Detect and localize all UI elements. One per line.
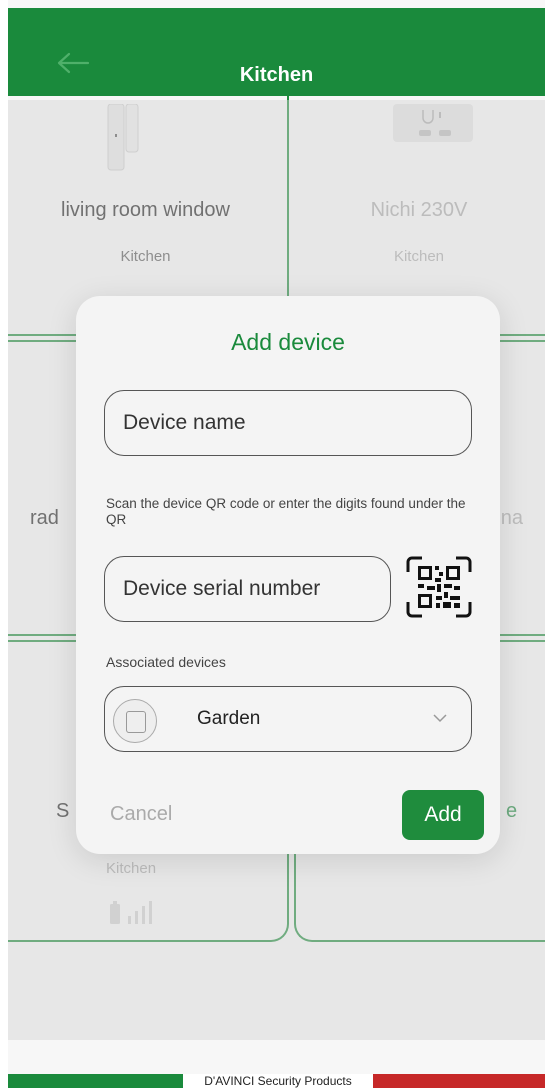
footer-strip-green [8,1074,183,1088]
associated-device-select[interactable]: Garden [104,686,472,752]
device-name-input[interactable]: Device name [104,390,472,456]
page-title: Kitchen [239,64,314,86]
qr-scan-icon[interactable] [406,556,472,618]
chevron-down-icon [433,714,447,723]
app-header: Kitchen [8,8,545,100]
qr-hint-text: Scan the device QR code or enter the dig… [106,496,466,527]
device-name-placeholder: Device name [123,411,246,434]
footer-brand: D'AVINCI Security Products [204,1074,352,1088]
footer-strip-red [373,1074,545,1088]
dialog-title: Add device [231,329,345,355]
serial-number-placeholder: Device serial number [123,577,321,600]
device-avatar-icon [113,699,157,743]
serial-number-input[interactable]: Device serial number [104,556,391,622]
add-device-dialog: Add device Device name Scan the device Q… [76,296,500,854]
associated-devices-label: Associated devices [106,654,226,670]
cancel-button[interactable]: Cancel [110,803,172,826]
add-button[interactable]: Add [402,790,484,840]
associated-device-value: Garden [197,708,261,729]
app-screen: Kitchen living room window Kitchen Nichi… [8,0,545,1088]
